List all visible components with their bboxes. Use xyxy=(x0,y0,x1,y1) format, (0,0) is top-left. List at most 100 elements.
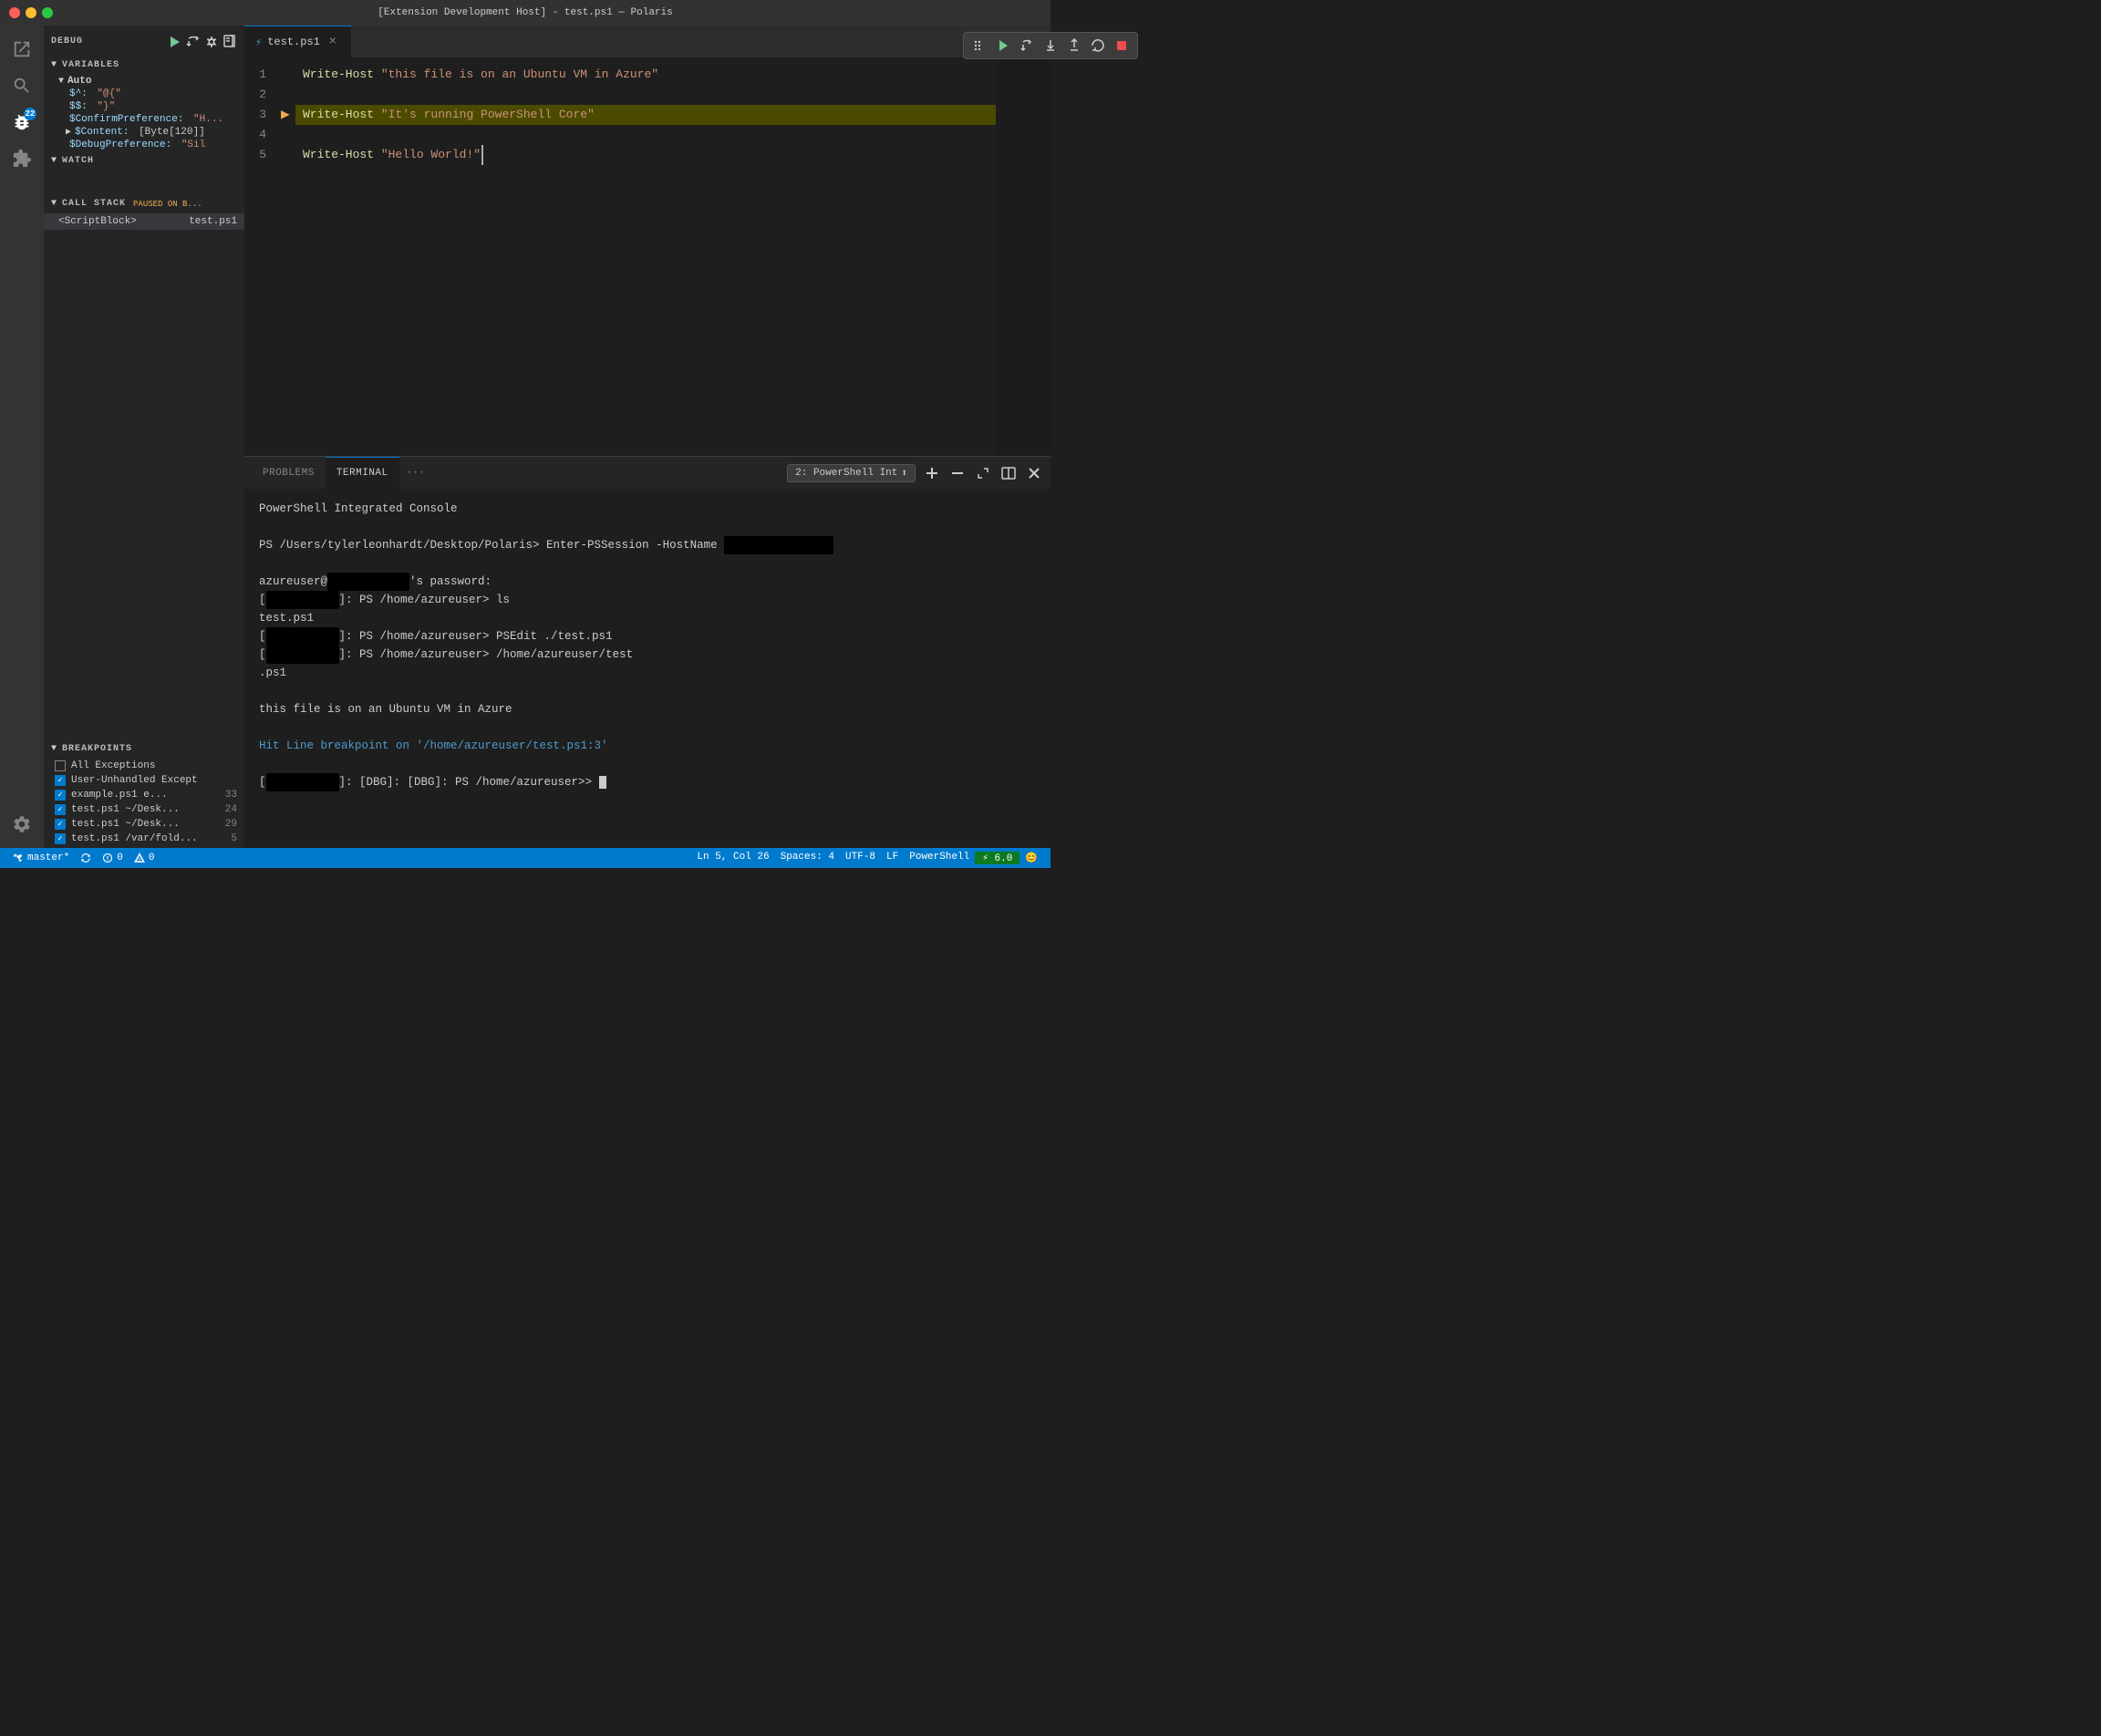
debug-toolbar-actions xyxy=(168,35,237,49)
terminal-line-blank4 xyxy=(259,718,1036,737)
bp-all-exceptions-checkbox[interactable] xyxy=(55,760,66,771)
var-item-confirm: $ConfirmPreference: "H... xyxy=(44,113,244,126)
breakpoints-chevron: ▼ xyxy=(51,744,57,754)
sidebar-header: DEBUG xyxy=(44,26,244,57)
variables-section-header[interactable]: ▼ VARIABLES xyxy=(44,57,244,73)
terminal-line-dbg: [ ]: [DBG]: [DBG]: PS /home/azureuser>> xyxy=(259,773,1036,791)
redacted-hostname xyxy=(724,536,833,554)
var-group-auto[interactable]: ▼ Auto xyxy=(44,75,244,88)
sidebar-spacer xyxy=(44,232,244,741)
status-eol[interactable]: LF xyxy=(881,852,904,863)
callstack-section-header[interactable]: ▼ CALL STACK PAUSED ON B... xyxy=(44,196,244,212)
status-warnings-count: 0 xyxy=(149,852,155,863)
activity-search[interactable] xyxy=(5,69,38,102)
status-encoding[interactable]: UTF-8 xyxy=(840,852,881,863)
status-sync[interactable] xyxy=(75,848,97,868)
code-line-1: Write-Host "this file is on an Ubuntu VM… xyxy=(295,65,996,85)
status-extension[interactable]: ⚡ 6.0 xyxy=(975,852,1019,864)
terminal-content[interactable]: PowerShell Integrated Console PS /Users/… xyxy=(244,489,1050,848)
tab-problems[interactable]: PROBLEMS xyxy=(252,457,326,489)
stack-item-name: <ScriptBlock> xyxy=(58,216,137,227)
sidebar-title: DEBUG xyxy=(51,36,83,46)
step-into-button[interactable] xyxy=(1040,36,1061,56)
activity-bar: 22 xyxy=(0,26,44,848)
terminal-selector-label: 2: PowerShell Int xyxy=(795,468,897,479)
activity-extensions[interactable] xyxy=(5,142,38,175)
panel-actions: 2: PowerShell Int ⬆ xyxy=(787,464,1043,482)
bp-user-unhandled-checkbox[interactable] xyxy=(55,775,66,786)
variables-chevron: ▼ xyxy=(51,60,57,70)
editor-tab-test-ps1[interactable]: ⚡ test.ps1 × xyxy=(244,26,351,57)
terminal-line-blank5 xyxy=(259,755,1036,773)
activity-settings[interactable] xyxy=(5,808,38,841)
activity-bottom-group xyxy=(5,808,38,848)
terminal-line-output: this file is on an Ubuntu VM in Azure xyxy=(259,700,1036,718)
stop-button[interactable] xyxy=(1112,36,1132,56)
debug-continue-btn[interactable] xyxy=(168,35,182,49)
breakpoints-section-header[interactable]: ▼ BREAKPOINTS xyxy=(44,741,244,757)
status-extension-label: ⚡ 6.0 xyxy=(982,852,1012,864)
line-num-4: 4 xyxy=(244,125,274,145)
stack-item-scriptblock[interactable]: <ScriptBlock> test.ps1 xyxy=(44,213,244,230)
code-line-5: Write-Host "Hello World!" xyxy=(295,145,996,165)
editor-area: 1 2 3 4 5 ▶ Write-Host "this file is on … xyxy=(244,57,1050,456)
bp-user-unhandled-label: User-Unhandled Except xyxy=(71,775,237,786)
var-item-content[interactable]: ▶ $Content: [Byte[120]] xyxy=(44,126,244,139)
new-terminal-btn[interactable] xyxy=(923,464,941,482)
debug-step-over-sidebar-btn[interactable] xyxy=(186,35,201,49)
close-button[interactable] xyxy=(9,7,20,18)
watch-title: WATCH xyxy=(62,156,94,166)
bp-example-ps1: example.ps1 e... 33 xyxy=(44,788,244,802)
continue-button[interactable] xyxy=(993,36,1013,56)
status-warnings[interactable]: 0 xyxy=(129,848,160,868)
status-spaces[interactable]: Spaces: 4 xyxy=(775,852,840,863)
split-terminal-btn[interactable] xyxy=(999,464,1018,482)
activity-explorer[interactable] xyxy=(5,33,38,66)
bp-test-29-checkbox[interactable] xyxy=(55,819,66,830)
bp-test-29: test.ps1 ~/Desk... 29 xyxy=(44,817,244,832)
terminal-cursor xyxy=(599,776,606,789)
step-over-button[interactable] xyxy=(1017,36,1037,56)
debug-open-file-btn[interactable] xyxy=(223,35,237,49)
minimize-button[interactable] xyxy=(26,7,36,18)
var-item-caret: $^: "@{" xyxy=(44,88,244,100)
status-language-label: PowerShell xyxy=(909,852,969,863)
callstack-content: <ScriptBlock> test.ps1 xyxy=(44,212,244,232)
terminal-selector[interactable]: 2: PowerShell Int ⬆ xyxy=(787,464,916,482)
restart-button[interactable] xyxy=(1088,36,1108,56)
gutter: ▶ xyxy=(281,57,295,456)
maximize-button[interactable] xyxy=(42,7,53,18)
debug-badge: 22 xyxy=(24,108,36,120)
window-controls[interactable] xyxy=(9,7,53,18)
drag-handle[interactable] xyxy=(969,36,989,56)
breakpoint-link[interactable]: Hit Line breakpoint on '/home/azureuser/… xyxy=(259,739,608,752)
status-language[interactable]: PowerShell xyxy=(904,852,975,863)
bp-test-24-checkbox[interactable] xyxy=(55,804,66,815)
bp-example-checkbox[interactable] xyxy=(55,790,66,801)
maximize-panel-btn[interactable] xyxy=(974,464,992,482)
code-line-2 xyxy=(295,85,996,105)
status-errors[interactable]: 0 xyxy=(97,848,129,868)
titlebar: [Extension Development Host] - test.ps1 … xyxy=(0,0,1050,26)
terminal-line-blank1 xyxy=(259,518,1036,536)
var-item-debug: $DebugPreference: "Sil xyxy=(44,139,244,151)
status-branch[interactable]: master* xyxy=(7,848,75,868)
callstack-badge: PAUSED ON B... xyxy=(133,200,202,209)
tab-name: test.ps1 xyxy=(267,36,320,48)
tab-bar: ⚡ test.ps1 × ··· xyxy=(244,26,1050,57)
status-position[interactable]: Ln 5, Col 26 xyxy=(691,852,774,863)
tab-close-button[interactable]: × xyxy=(326,35,340,49)
status-smiley[interactable]: 😊 xyxy=(1019,852,1043,864)
debug-settings-btn[interactable] xyxy=(204,35,219,49)
activity-debug[interactable]: 22 xyxy=(5,106,38,139)
tab-terminal[interactable]: TERMINAL xyxy=(326,457,399,489)
watch-section-header[interactable]: ▼ WATCH xyxy=(44,153,244,169)
breakpoints-title: BREAKPOINTS xyxy=(62,744,132,754)
line-num-5: 5 xyxy=(244,145,274,165)
bp-test-5-checkbox[interactable] xyxy=(55,833,66,844)
panel-more-tabs[interactable]: ··· xyxy=(399,468,432,479)
step-out-button[interactable] xyxy=(1064,36,1084,56)
code-content[interactable]: Write-Host "this file is on an Ubuntu VM… xyxy=(295,57,996,456)
close-panel-btn[interactable] xyxy=(1025,464,1043,482)
kill-terminal-btn[interactable] xyxy=(948,464,967,482)
